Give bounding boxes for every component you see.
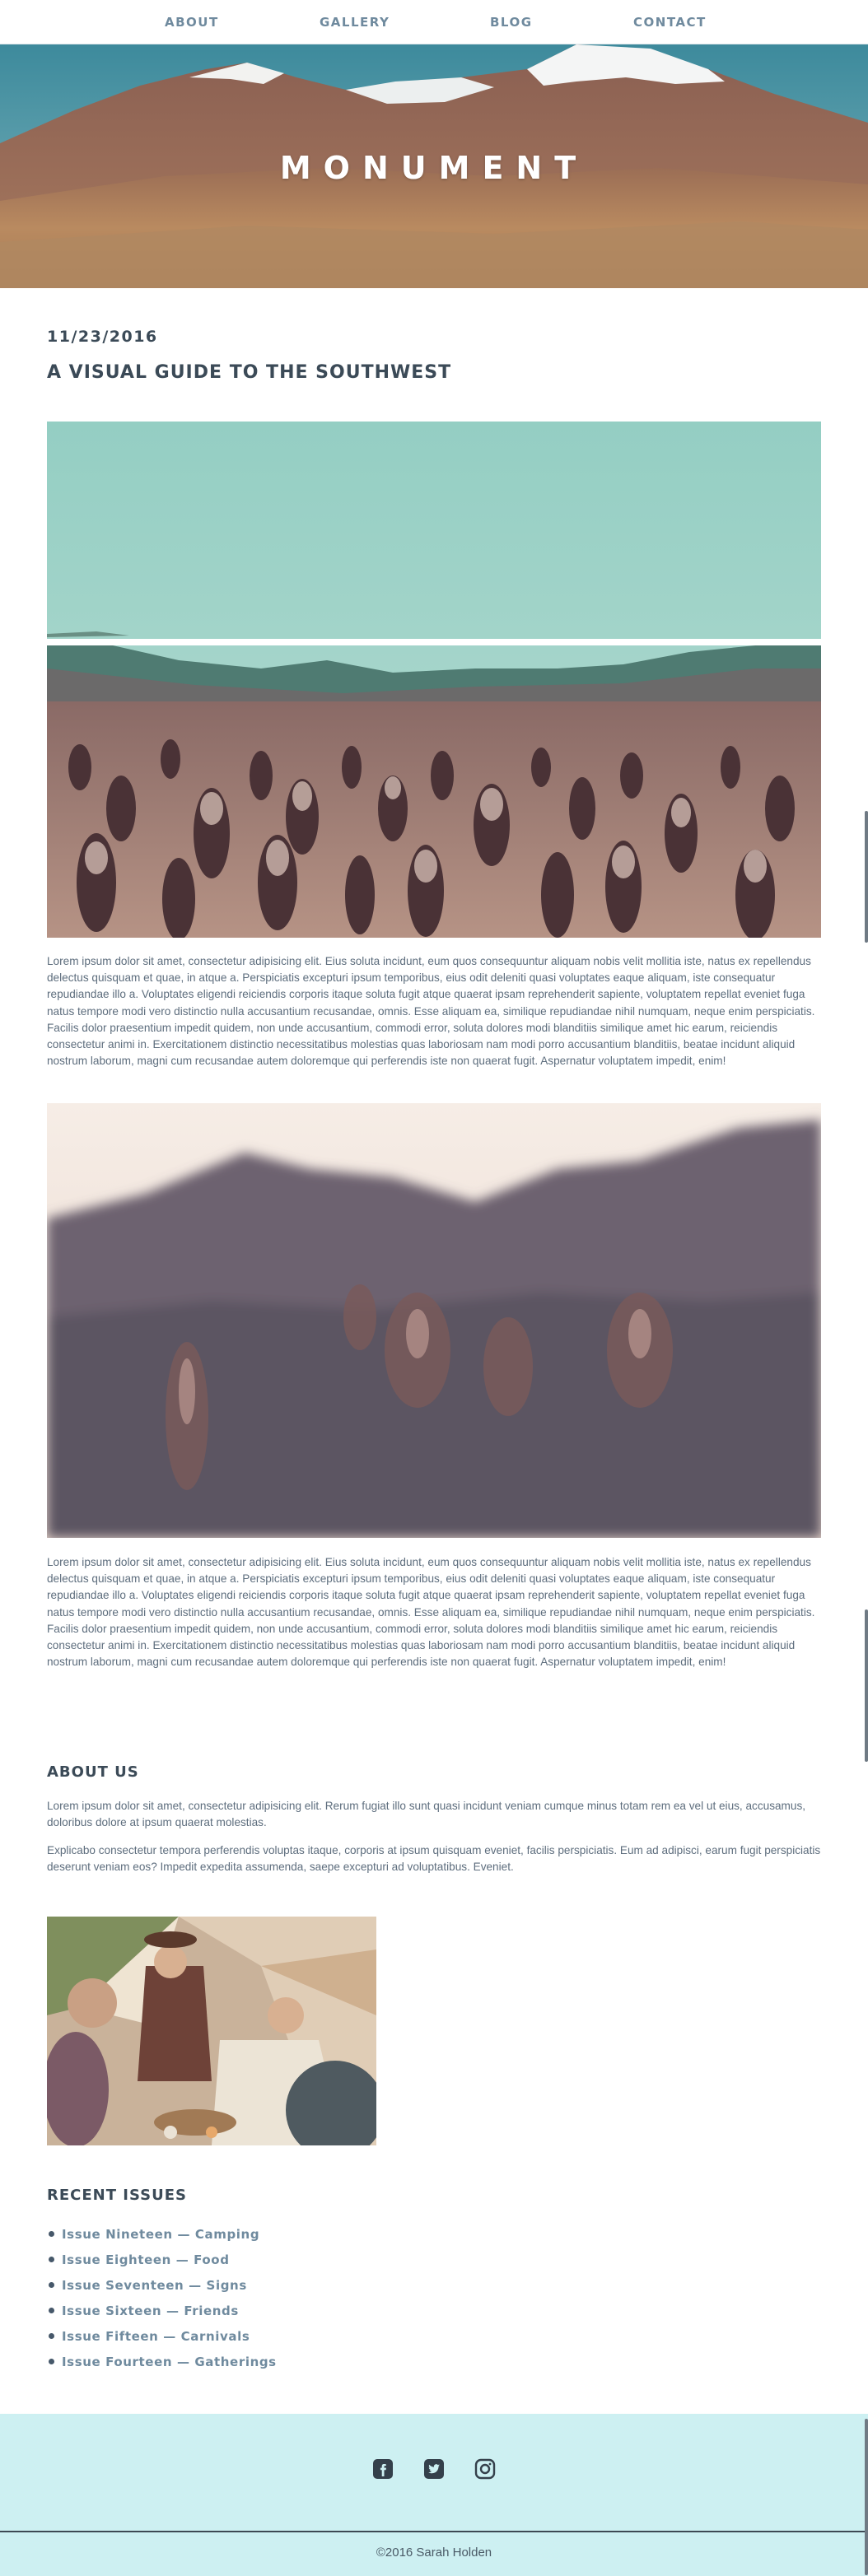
cactus-field-photo <box>47 422 821 938</box>
nav-link-gallery[interactable]: GALLERY <box>320 15 390 30</box>
recent-issues-heading: RECENT ISSUES <box>47 2187 187 2204</box>
bullet-icon <box>49 2359 54 2364</box>
twitter-icon[interactable] <box>422 2457 446 2481</box>
instagram-icon[interactable] <box>473 2457 497 2481</box>
facebook-icon[interactable] <box>371 2457 395 2481</box>
copyright-text: ©2016 Sarah Holden <box>376 2546 492 2560</box>
nav-link-blog[interactable]: BLOG <box>490 15 533 30</box>
scrollbar-thumb[interactable] <box>865 1609 868 1762</box>
list-item: Issue Eighteen — Food <box>47 2247 277 2272</box>
issue-link[interactable]: Issue Seventeen — Signs <box>62 2278 247 2293</box>
nav-link-contact[interactable]: CONTACT <box>633 15 707 30</box>
list-item: Issue Nineteen — Camping <box>47 2221 277 2247</box>
scrollbar-thumb[interactable] <box>865 811 868 943</box>
post-paragraph-2: Lorem ipsum dolor sit amet, consectetur … <box>47 1556 815 1669</box>
nav-link-about[interactable]: ABOUT <box>165 15 219 30</box>
issue-link[interactable]: Issue Fourteen — Gatherings <box>62 2355 277 2369</box>
list-item: Issue Fourteen — Gatherings <box>47 2349 277 2374</box>
issue-link[interactable]: Issue Eighteen — Food <box>62 2252 230 2267</box>
post-date: 11/23/2016 <box>47 328 158 346</box>
list-item: Issue Seventeen — Signs <box>47 2272 277 2298</box>
footer: ©2016 Sarah Holden <box>0 2414 868 2576</box>
bullet-icon <box>49 2231 54 2237</box>
bullet-icon <box>49 2257 54 2262</box>
about-group-photo <box>47 1917 376 2145</box>
bullet-icon <box>49 2282 54 2288</box>
top-nav: ABOUT GALLERY BLOG CONTACT <box>0 0 868 44</box>
issue-link[interactable]: Issue Sixteen — Friends <box>62 2303 239 2318</box>
about-heading: ABOUT US <box>47 1763 139 1781</box>
list-item: Issue Sixteen — Friends <box>47 2298 277 2323</box>
issue-link[interactable]: Issue Fifteen — Carnivals <box>62 2329 250 2344</box>
site-title: MONUMENT <box>279 150 589 186</box>
list-item: Issue Fifteen — Carnivals <box>47 2323 277 2349</box>
post-title: A VISUAL GUIDE TO THE SOUTHWEST <box>47 362 452 383</box>
cactus-closeup-photo <box>47 1103 821 1538</box>
bullet-icon <box>49 2333 54 2339</box>
recent-issues-list: Issue Nineteen — Camping Issue Eighteen … <box>47 2221 277 2374</box>
post-paragraph-1: Lorem ipsum dolor sit amet, consectetur … <box>47 955 815 1068</box>
footer-divider <box>0 2531 868 2532</box>
about-paragraph-1: Lorem ipsum dolor sit amet, consectetur … <box>47 1800 806 1829</box>
bullet-icon <box>49 2308 54 2313</box>
about-paragraph-2: Explicabo consectetur tempora perferendi… <box>47 1844 821 1874</box>
scrollbar-thumb[interactable] <box>865 2419 868 2575</box>
hero-banner: MONUMENT <box>0 44 868 288</box>
issue-link[interactable]: Issue Nineteen — Camping <box>62 2227 259 2242</box>
